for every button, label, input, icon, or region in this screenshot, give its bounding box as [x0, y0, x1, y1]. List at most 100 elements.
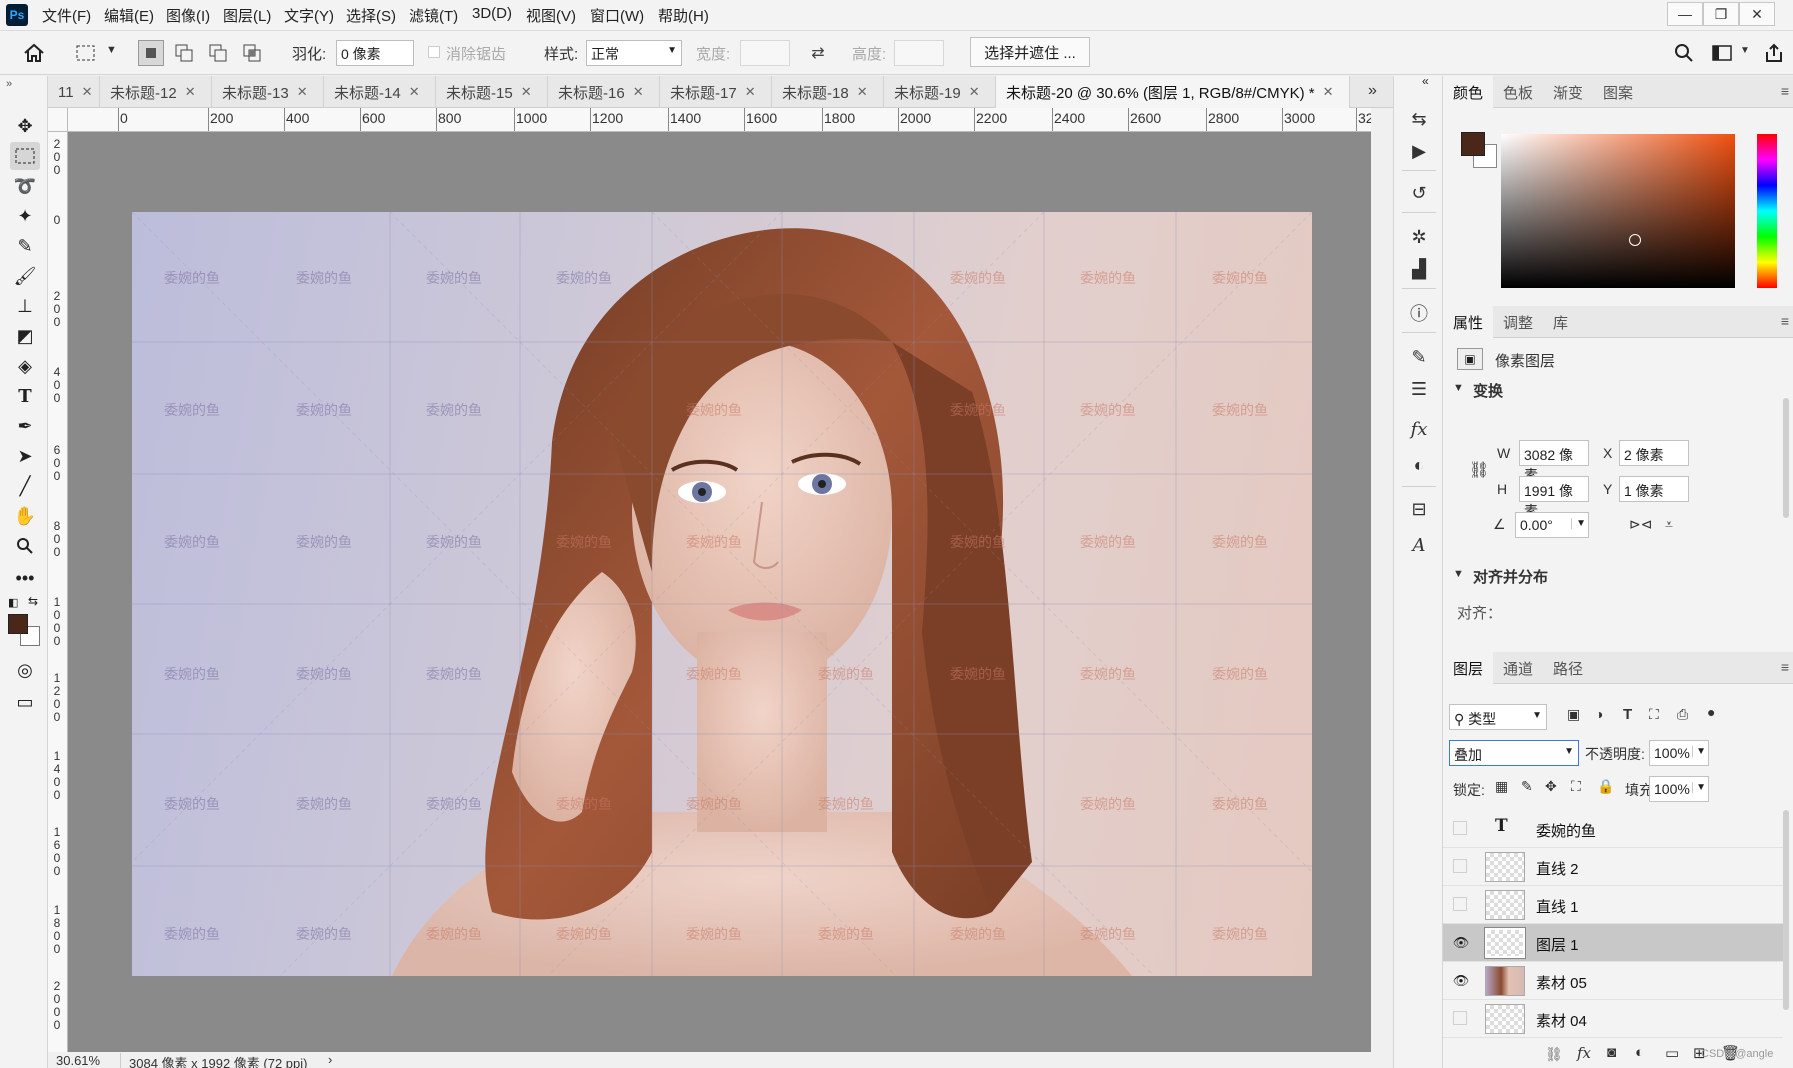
lock-position-icon[interactable]: ✥: [1545, 778, 1557, 795]
tab-untitled-18[interactable]: 未标题-18 ✕: [772, 76, 884, 108]
adjustment-layer-icon[interactable]: ◐: [1635, 1044, 1644, 1061]
layer-row[interactable]: 👁 图层 1: [1443, 924, 1783, 962]
panel-menu-icon[interactable]: ≡: [1781, 313, 1789, 329]
layer-row[interactable]: T 委婉的鱼: [1443, 810, 1783, 848]
styles-icon[interactable]: fx: [1406, 416, 1432, 442]
add-selection-icon[interactable]: [172, 41, 196, 65]
chevron-down-icon[interactable]: ▼: [1453, 568, 1464, 580]
menu-view[interactable]: 视图(V): [526, 5, 576, 26]
x-field[interactable]: 2 像素: [1619, 440, 1689, 466]
close-icon[interactable]: ✕: [745, 84, 756, 100]
menu-layer[interactable]: 图层(L): [223, 5, 271, 26]
feather-input[interactable]: 0 像素: [336, 40, 414, 66]
eye-icon[interactable]: 👁: [1453, 973, 1470, 989]
magic-wand-tool-icon[interactable]: ✦: [10, 202, 40, 230]
chevron-down-icon[interactable]: ▼: [1453, 382, 1464, 394]
menu-window[interactable]: 窗口(W): [590, 5, 644, 26]
lock-transparent-icon[interactable]: ▦: [1495, 778, 1508, 795]
tab-untitled-19[interactable]: 未标题-19 ✕: [884, 76, 996, 108]
tab-paths[interactable]: 路径: [1543, 652, 1593, 684]
chevron-down-icon[interactable]: ▼: [1740, 45, 1750, 56]
lock-all-icon[interactable]: 🔒: [1597, 778, 1614, 795]
tab-untitled-15[interactable]: 未标题-15 ✕: [436, 76, 548, 108]
tab-color[interactable]: 颜色: [1443, 76, 1494, 108]
filter-type-icon[interactable]: T: [1623, 706, 1632, 723]
blend-mode-select[interactable]: 叠加 ▼: [1449, 740, 1579, 766]
panel-menu-icon[interactable]: ≡: [1781, 83, 1789, 99]
chevron-down-icon[interactable]: ▼: [106, 44, 117, 56]
filter-adjustment-icon[interactable]: ◑: [1595, 706, 1603, 722]
subtract-selection-icon[interactable]: [206, 41, 230, 65]
visibility-toggle[interactable]: [1453, 897, 1467, 911]
brush-tool-icon[interactable]: 🖌: [10, 262, 40, 290]
marquee-tool-icon[interactable]: [10, 142, 40, 170]
menu-help[interactable]: 帮助(H): [658, 5, 709, 26]
adjustments-icon[interactable]: ☰: [1406, 376, 1432, 402]
link-layers-icon[interactable]: ⛓: [1545, 1046, 1563, 1063]
tab-untitled-13[interactable]: 未标题-13 ✕: [212, 76, 324, 108]
eyedropper-tool-icon[interactable]: ✎: [10, 232, 40, 260]
intersect-selection-icon[interactable]: [240, 41, 264, 65]
foreground-color-chip[interactable]: [1461, 132, 1485, 156]
tab-untitled-16[interactable]: 未标题-16 ✕: [548, 76, 660, 108]
stamp-tool-icon[interactable]: ⊥: [10, 292, 40, 320]
default-colors-icon[interactable]: ◧: [8, 596, 18, 609]
panel-menu-icon[interactable]: ≡: [1781, 659, 1789, 675]
select-and-mask-button[interactable]: 选择并遮住 ...: [970, 37, 1090, 67]
new-selection-icon[interactable]: [138, 40, 164, 66]
menu-edit[interactable]: 编辑(E): [104, 5, 154, 26]
tabs-overflow-icon[interactable]: »: [1368, 82, 1377, 100]
hue-slider[interactable]: [1757, 134, 1777, 288]
search-icon[interactable]: [1672, 41, 1696, 65]
close-icon[interactable]: ✕: [185, 84, 196, 100]
swap-colors-icon[interactable]: ⇆: [28, 594, 38, 608]
color-picker-cursor[interactable]: [1629, 234, 1641, 246]
width-field[interactable]: 3082 像素: [1519, 440, 1589, 483]
pen-tool-icon[interactable]: ✒: [10, 412, 40, 440]
close-icon[interactable]: ✕: [82, 84, 93, 100]
play-icon[interactable]: ▶: [1406, 138, 1432, 164]
style-select[interactable]: 正常 ▼: [586, 40, 682, 66]
navigator-icon[interactable]: ✲: [1406, 224, 1432, 250]
layer-filter-select[interactable]: ⚲ 类型 ▼: [1449, 704, 1547, 730]
type-tool-icon[interactable]: T: [10, 382, 40, 410]
angle-field[interactable]: 0.00° ▼: [1515, 512, 1589, 538]
menu-type[interactable]: 文字(Y): [284, 5, 334, 26]
properties-scrollbar[interactable]: [1783, 398, 1789, 518]
collapse-icon[interactable]: »: [6, 78, 12, 90]
menu-filter[interactable]: 滤镜(T): [409, 5, 458, 26]
layer-row[interactable]: 👁 素材 05: [1443, 962, 1783, 1000]
opacity-field[interactable]: 100% ▼: [1649, 740, 1709, 766]
align-section-title[interactable]: 对齐并分布: [1473, 566, 1548, 587]
color-field[interactable]: [1501, 134, 1735, 288]
zoom-tool-icon[interactable]: [10, 532, 40, 560]
fill-field[interactable]: 100% ▼: [1649, 776, 1709, 802]
transform-section-title[interactable]: 变换: [1473, 380, 1503, 401]
clone-source-icon[interactable]: ◐: [1406, 452, 1432, 478]
close-icon[interactable]: ✕: [1323, 84, 1334, 100]
close-icon[interactable]: ✕: [521, 84, 532, 100]
y-field[interactable]: 1 像素: [1619, 476, 1689, 502]
menu-file[interactable]: 文件(F): [42, 5, 91, 26]
lock-artboard-icon[interactable]: ⛶: [1571, 778, 1581, 795]
fx-icon[interactable]: fx: [1577, 1044, 1591, 1062]
eraser-tool-icon[interactable]: ◩: [10, 322, 40, 350]
height-field[interactable]: 1991 像素: [1519, 476, 1589, 519]
share-icon[interactable]: [1762, 41, 1786, 65]
layer-row[interactable]: 直线 2: [1443, 848, 1783, 886]
marquee-preset-icon[interactable]: [74, 41, 98, 65]
chevron-down-icon[interactable]: ▼: [1571, 518, 1586, 529]
hand-tool-icon[interactable]: ✋: [10, 502, 40, 530]
actions-icon[interactable]: ⇆: [1406, 106, 1432, 132]
lasso-tool-icon[interactable]: ➰: [10, 172, 40, 200]
tab-untitled-20[interactable]: 未标题-20 @ 30.6% (图层 1, RGB/8#/CMYK) * ✕: [996, 76, 1350, 108]
layer-row[interactable]: 素材 04: [1443, 1000, 1783, 1038]
visibility-toggle[interactable]: [1453, 821, 1467, 835]
tab-gradients[interactable]: 渐变: [1543, 76, 1593, 108]
close-icon[interactable]: ✕: [857, 84, 868, 100]
brush-settings-icon[interactable]: ✎: [1406, 344, 1432, 370]
tab-libraries[interactable]: 库: [1543, 306, 1578, 338]
document-canvas[interactable]: 委婉的鱼 委婉的鱼 委婉的鱼 委婉的鱼 委婉的鱼 委婉的鱼 委婉的鱼 委婉的鱼 …: [132, 212, 1312, 976]
tab-properties[interactable]: 属性: [1443, 306, 1494, 338]
lock-pixels-icon[interactable]: ✎: [1521, 778, 1533, 795]
